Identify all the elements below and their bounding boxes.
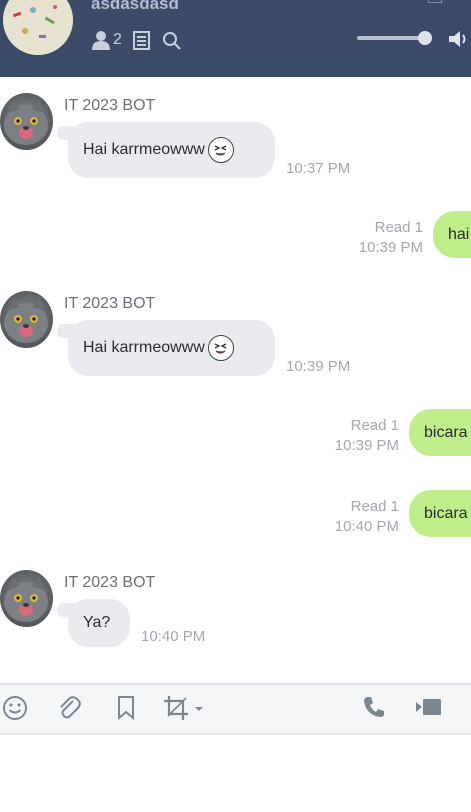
message-bubble[interactable]: Ya? (68, 599, 130, 647)
message-bubble[interactable]: Hai karrmeowww (68, 320, 275, 376)
message-time: 10:40 PM (141, 628, 206, 645)
bot-avatar[interactable] (0, 570, 53, 627)
message-text: Hai karrmeowww (83, 339, 205, 356)
message-time: 10:40 PM (334, 518, 399, 535)
volume-slider-thumb[interactable] (418, 31, 432, 45)
chat-header: asdasdasd 2 (0, 0, 471, 77)
laughing-emoji-icon (207, 137, 234, 163)
message-time: 10:37 PM (286, 160, 351, 177)
message-time: 10:39 PM (286, 358, 351, 375)
sender-name: IT 2023 BOT (64, 574, 156, 591)
sender-name: IT 2023 BOT (64, 295, 156, 312)
message-bubble[interactable]: bicara (409, 490, 471, 537)
message-text: hai (448, 225, 470, 243)
note-icon[interactable] (133, 31, 150, 50)
message-bubble[interactable]: bicara (409, 409, 471, 456)
laughing-emoji-icon (207, 335, 234, 361)
search-icon[interactable] (162, 31, 182, 51)
bot-avatar[interactable] (0, 291, 53, 348)
input-toolbar (0, 683, 471, 735)
message-time: 10:39 PM (334, 437, 399, 454)
message-meta: Read 1 10:40 PM (316, 497, 399, 537)
member-count-button[interactable]: 2 (92, 30, 122, 50)
read-receipt: Read 1 (350, 498, 399, 515)
message-text: Ya? (83, 614, 111, 631)
message-meta: Read 1 10:39 PM (340, 218, 423, 258)
attach-icon[interactable] (56, 695, 82, 721)
group-avatar[interactable] (3, 0, 73, 55)
read-receipt: Read 1 (350, 417, 399, 434)
member-count: 2 (113, 31, 122, 48)
message-bubble[interactable]: Hai karrmeowww (68, 122, 275, 178)
crop-icon[interactable] (163, 695, 205, 721)
bookmark-icon[interactable] (116, 695, 136, 721)
person-icon (92, 31, 110, 50)
message-text: Hai karrmeowww (83, 141, 205, 158)
video-icon[interactable] (414, 695, 444, 719)
speaker-icon[interactable] (447, 29, 471, 49)
message-meta: Read 1 10:39 PM (316, 416, 399, 456)
call-icon[interactable] (362, 695, 386, 719)
message-text: bicara (424, 504, 468, 522)
read-receipt: Read 1 (374, 219, 423, 236)
message-text: bicara (424, 423, 468, 441)
minimize-icon[interactable] (428, 0, 442, 3)
group-name: asdasdasd (91, 0, 179, 13)
bot-avatar[interactable] (0, 93, 53, 150)
emoji-icon[interactable] (2, 695, 28, 721)
message-bubble[interactable]: hai (433, 211, 471, 258)
message-time: 10:39 PM (358, 239, 423, 256)
sender-name: IT 2023 BOT (64, 97, 156, 114)
